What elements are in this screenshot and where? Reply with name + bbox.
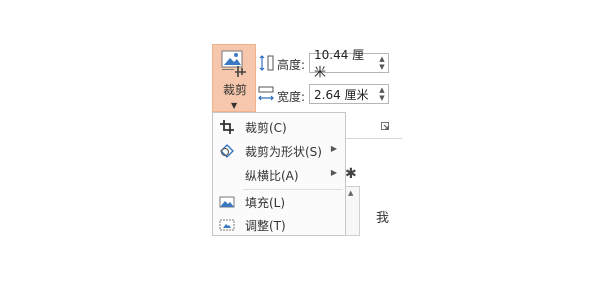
crop-dropdown-arrow-icon[interactable]: ▼: [231, 101, 237, 110]
submenu-arrow-icon: ▶: [330, 168, 337, 177]
height-value: 10.44 厘米: [314, 48, 365, 79]
fit-icon: [219, 219, 235, 231]
menu-item-label: 纵横比(A): [245, 169, 299, 183]
height-input[interactable]: 10.44 厘米 ▲ ▼: [309, 48, 389, 79]
menu-item-label: 调整(T): [245, 219, 286, 233]
menu-item-crop[interactable]: 裁剪(C): [213, 115, 345, 139]
menu-item-aspect-ratio[interactable]: 纵横比(A) ▶: [213, 163, 345, 187]
width-label: 宽度:: [277, 90, 306, 104]
shape-width-icon: [258, 86, 274, 101]
shape-crop-icon: [220, 144, 234, 158]
menu-item-label: 裁剪为形状(S): [245, 145, 322, 159]
spin-up-icon[interactable]: ▲: [379, 86, 384, 94]
menu-item-fill[interactable]: 填充(L): [213, 190, 345, 214]
crop-picture-icon: [221, 50, 246, 77]
spin-down-icon[interactable]: ▼: [379, 94, 384, 102]
menu-item-label: 裁剪(C): [245, 121, 287, 135]
height-spinner[interactable]: ▲ ▼: [376, 54, 388, 72]
document-text: 我: [376, 211, 390, 226]
menu-item-fit[interactable]: 调整(T): [213, 213, 345, 235]
scrollbar[interactable]: ▲: [344, 186, 360, 236]
scroll-up-icon[interactable]: ▲: [348, 189, 353, 197]
width-value: 2.64 厘米: [314, 87, 369, 102]
spin-down-icon[interactable]: ▼: [379, 63, 384, 71]
menu-item-label: 填充(L): [245, 196, 286, 210]
height-label: 高度:: [277, 58, 306, 72]
spin-up-icon[interactable]: ▲: [379, 55, 384, 63]
fill-icon: [219, 196, 235, 208]
shape-height-icon: [259, 55, 274, 71]
crop-dropdown-menu: 裁剪(C) 裁剪为形状(S) ▶ 纵横比(A) ▶ 填充(L) 调整(T): [212, 112, 346, 236]
crop-button[interactable]: 裁剪 ▼: [212, 44, 256, 112]
dialog-launcher-icon[interactable]: [381, 122, 389, 130]
settings-gear-icon: ✱: [345, 166, 357, 182]
submenu-arrow-icon: ▶: [330, 144, 337, 153]
crop-icon: [220, 120, 234, 134]
crop-button-label: 裁剪: [222, 83, 247, 97]
menu-item-crop-to-shape[interactable]: 裁剪为形状(S) ▶: [213, 139, 345, 163]
width-spinner[interactable]: ▲ ▼: [376, 85, 388, 103]
width-input[interactable]: 2.64 厘米 ▲ ▼: [309, 84, 389, 104]
